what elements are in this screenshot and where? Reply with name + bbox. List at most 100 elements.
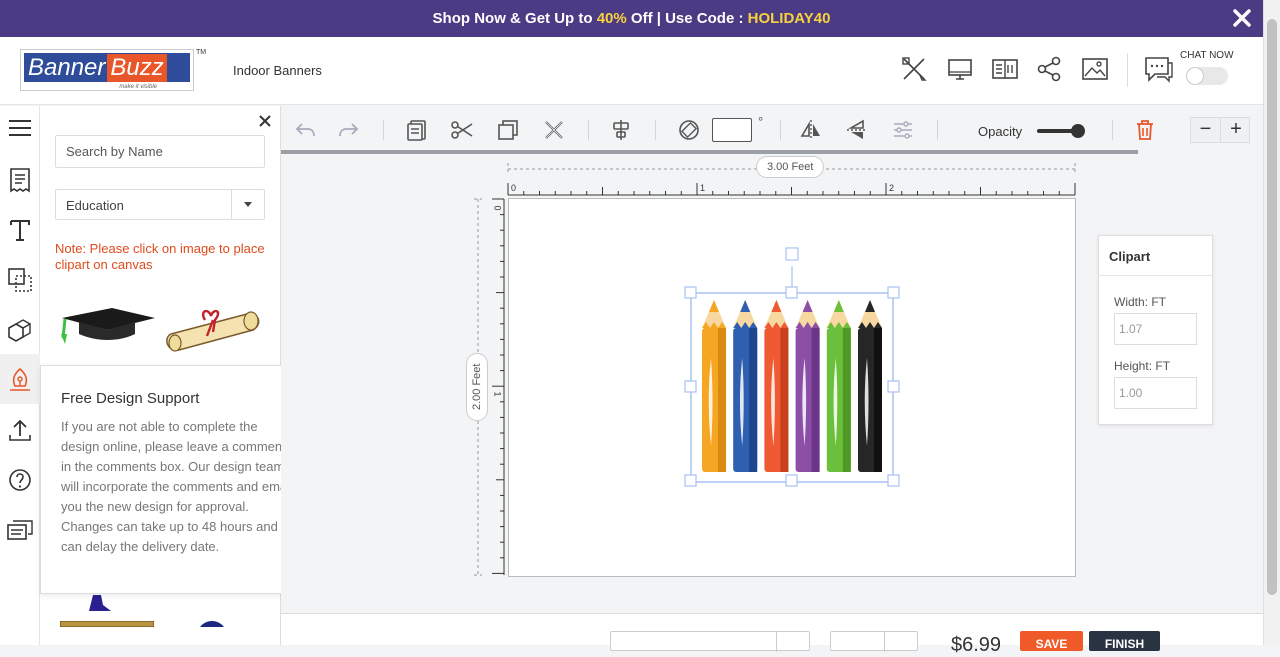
align-center-icon[interactable] — [609, 118, 633, 142]
duplicate-icon[interactable] — [496, 118, 520, 142]
logo-text-banner: Banner — [28, 53, 106, 81]
height-label-text: Height: — [1114, 359, 1156, 373]
support-title: Free Design Support — [61, 390, 200, 407]
graduation-cap-clipart[interactable] — [57, 304, 157, 346]
chevron-down-icon — [231, 190, 264, 219]
opacity-label: Opacity — [978, 124, 1023, 139]
delete-x-icon[interactable] — [542, 118, 566, 142]
pencil-5 — [826, 300, 851, 472]
logo-mark: Banner Buzz — [24, 53, 190, 82]
logo-tagline: make it visible — [119, 84, 157, 90]
editor-toolbar: ° Opacity − + — [281, 106, 1263, 154]
toolbar-separator — [937, 120, 938, 140]
guide-book-icon[interactable] — [991, 55, 1019, 83]
rotate-icon[interactable] — [677, 118, 701, 142]
clipart-partial-bar[interactable] — [60, 621, 154, 627]
price: $6.99 — [951, 634, 1002, 656]
scrollbar-thumb[interactable] — [1267, 19, 1277, 595]
toolbar-separator — [383, 120, 384, 140]
ruler-y-label-0: 0 — [492, 205, 503, 211]
promo-code: HOLIDAY40 — [747, 10, 831, 27]
desktop-preview-icon[interactable] — [946, 55, 974, 83]
chevron-down-icon — [776, 632, 809, 652]
zoom-controls: − + — [1190, 117, 1250, 143]
width-label-text: Width: — [1114, 295, 1152, 309]
degree-symbol: ° — [758, 114, 764, 129]
height-dimension-label: 2.00 Feet — [466, 352, 488, 421]
logo-trademark: TM — [196, 49, 207, 56]
quantity-select[interactable] — [610, 631, 810, 652]
comments-icon[interactable] — [6, 516, 34, 544]
shapes-icon[interactable] — [6, 266, 34, 294]
pencil-4 — [795, 300, 820, 472]
menu-icon[interactable] — [6, 114, 34, 142]
pencil-6 — [858, 300, 882, 472]
size-select[interactable] — [830, 631, 918, 652]
chat-icon[interactable] — [1143, 53, 1175, 85]
chat-now-label: CHAT NOW — [1180, 50, 1234, 61]
design-tools-icon[interactable] — [900, 55, 928, 83]
logo[interactable]: Banner Buzz make it visible — [20, 49, 194, 91]
width-input[interactable] — [1114, 313, 1197, 345]
category-value: Education — [66, 198, 124, 213]
header: Banner Buzz make it visible TM Indoor Ban… — [0, 37, 1263, 105]
pencil-1 — [702, 300, 726, 472]
category-select[interactable]: Education — [55, 189, 265, 220]
toolbar-separator — [780, 120, 781, 140]
close-icon[interactable] — [257, 113, 273, 129]
toolbar-separator — [588, 120, 589, 140]
search-input[interactable] — [55, 135, 265, 168]
ruler-x-label-1: 1 — [700, 183, 706, 193]
toolbar-separator — [1112, 120, 1113, 140]
image-icon[interactable] — [1081, 55, 1109, 83]
redo-icon[interactable] — [337, 118, 361, 142]
clipart-partial-dome[interactable] — [200, 619, 224, 627]
height-unit: FT — [1155, 359, 1171, 373]
page-scrollbar[interactable] — [1263, 0, 1280, 645]
toolbar-separator — [655, 120, 656, 140]
close-icon[interactable] — [1231, 7, 1253, 29]
help-icon[interactable] — [6, 466, 34, 494]
clipart-tool-icon[interactable] — [6, 366, 34, 394]
trash-icon[interactable] — [1133, 118, 1157, 142]
properties-title: Clipart — [1099, 236, 1212, 276]
footer-bar: $6.99 SAVE FINISH — [281, 613, 1263, 656]
toggle-knob — [1186, 67, 1204, 85]
zoom-in-button[interactable]: + — [1221, 118, 1251, 142]
adjust-sliders-icon[interactable] — [891, 118, 915, 142]
logo-text-buzz: Buzz — [107, 53, 167, 82]
width-field-label: Width: FT — [1114, 295, 1166, 309]
chevron-down-icon — [884, 632, 917, 652]
product-title: Indoor Banners — [233, 63, 322, 78]
rotation-input[interactable] — [712, 118, 752, 142]
paste-icon[interactable] — [405, 118, 429, 142]
promo-text-middle: Off | Use Code : — [630, 10, 744, 27]
clipart-properties-panel: Clipart Width: FT Height: FT — [1098, 235, 1213, 425]
cut-icon[interactable] — [450, 118, 474, 142]
opacity-slider-handle[interactable] — [1071, 124, 1085, 138]
header-divider — [1127, 53, 1128, 87]
undo-icon[interactable] — [293, 118, 317, 142]
diploma-scroll-clipart[interactable] — [163, 306, 263, 356]
chat-toggle[interactable] — [1186, 67, 1228, 85]
text-tool-icon[interactable] — [6, 216, 34, 244]
ruler-x-label-0: 0 — [511, 183, 517, 193]
finish-button[interactable]: FINISH — [1089, 631, 1160, 651]
flip-horizontal-icon[interactable] — [799, 118, 823, 142]
zoom-out-button[interactable]: − — [1191, 118, 1221, 142]
left-toolbar — [0, 106, 40, 645]
clipart-partial[interactable] — [87, 595, 117, 613]
flip-vertical-icon[interactable] — [845, 118, 869, 142]
template-icon[interactable] — [6, 166, 34, 194]
promo-bar[interactable]: Shop Now & Get Up to 40% Off | Use Code … — [0, 0, 1263, 37]
cube-icon[interactable] — [6, 316, 34, 344]
clipart-note: Note: Please click on image to place cli… — [55, 241, 265, 272]
save-button[interactable]: SAVE — [1020, 631, 1083, 651]
colored-pencils-clipart[interactable] — [682, 246, 904, 490]
share-icon[interactable] — [1036, 55, 1064, 83]
upload-icon[interactable] — [6, 416, 34, 444]
height-input[interactable] — [1114, 377, 1197, 409]
ruler-x-label-2: 2 — [889, 183, 895, 193]
width-dimension-label: 3.00 Feet — [756, 156, 825, 178]
pencil-3 — [764, 300, 789, 472]
